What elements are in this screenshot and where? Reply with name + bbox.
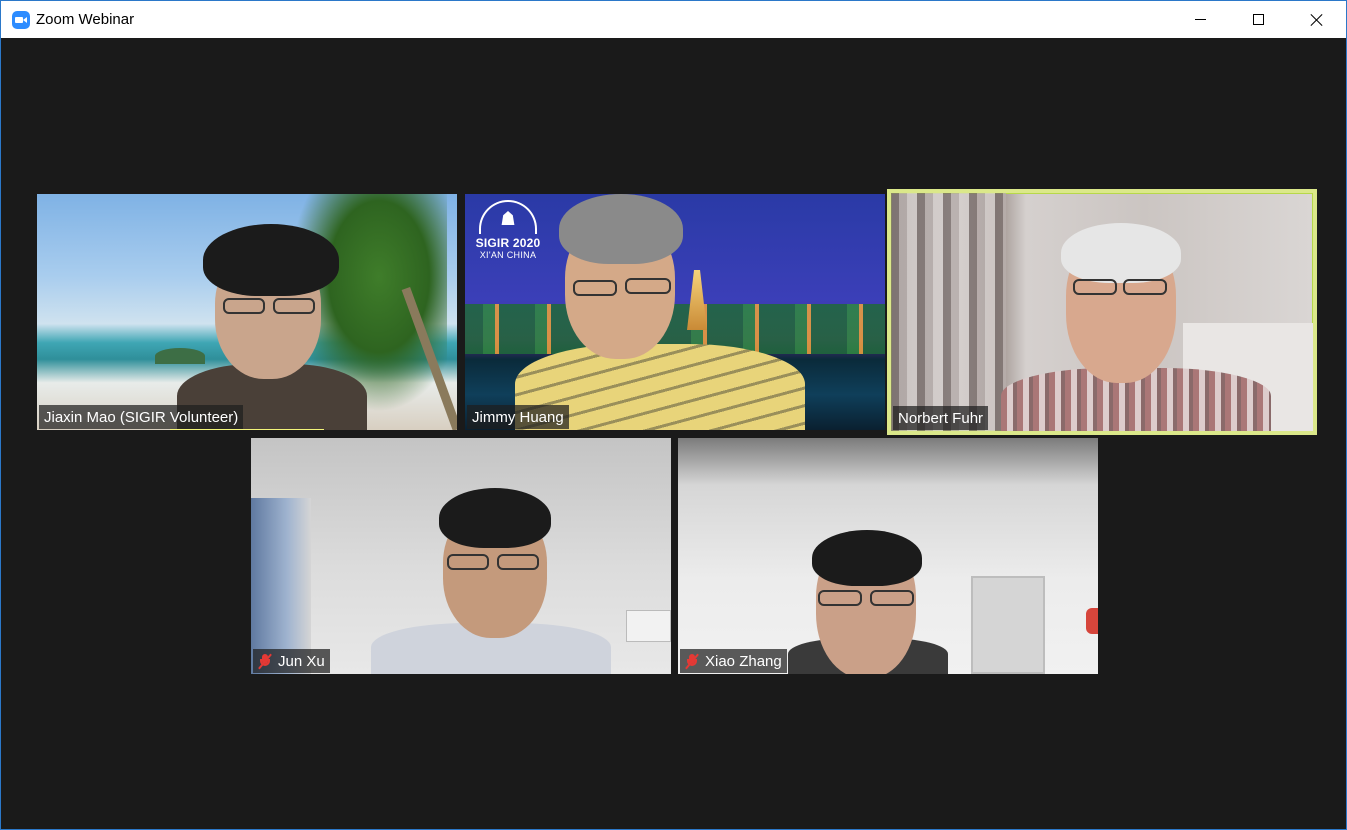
video-tile-jun-xu[interactable]: Jun Xu (251, 438, 671, 674)
video-tile-jimmy-huang[interactable]: SIGIR 2020 XI'AN CHINA Jimmy Huang (465, 194, 885, 430)
video-tile-xiao-zhang[interactable]: Xiao Zhang (678, 438, 1098, 674)
participant-name-label: Xiao Zhang (680, 649, 787, 673)
participant-name-label: Jun Xu (253, 649, 330, 673)
window-title: Zoom Webinar (36, 11, 135, 28)
video-gallery: Jiaxin Mao (SIGIR Volunteer) SIGIR 2020 … (1, 38, 1346, 829)
participant-name-label: Norbert Fuhr (893, 406, 989, 430)
sigir-2020-logo: SIGIR 2020 XI'AN CHINA (473, 200, 543, 260)
video-tile-norbert-fuhr[interactable]: Norbert Fuhr (887, 189, 1317, 435)
microphone-muted-icon (258, 653, 272, 670)
microphone-muted-icon (685, 653, 699, 670)
title-bar[interactable]: Zoom Webinar (1, 1, 1346, 38)
zoom-app-icon (12, 11, 30, 29)
video-tile-jiaxin-mao[interactable]: Jiaxin Mao (SIGIR Volunteer) (37, 194, 457, 430)
temple-icon (479, 200, 537, 234)
speaking-indicator (170, 429, 324, 430)
close-icon (1310, 13, 1324, 27)
participant-name-label: Jimmy Huang (467, 405, 569, 429)
minimize-button[interactable] (1171, 1, 1229, 38)
maximize-icon (1252, 14, 1264, 25)
air-conditioner-image (626, 610, 671, 642)
participant-name-label: Jiaxin Mao (SIGIR Volunteer) (39, 405, 244, 429)
minimize-icon (1194, 19, 1206, 20)
maximize-button[interactable] (1229, 1, 1287, 38)
zoom-window: Zoom Webinar Jiaxin Mao (SIGIR Volunteer… (0, 0, 1347, 830)
close-button[interactable] (1288, 1, 1346, 38)
door-image (971, 576, 1045, 674)
pagoda-image (687, 270, 707, 330)
